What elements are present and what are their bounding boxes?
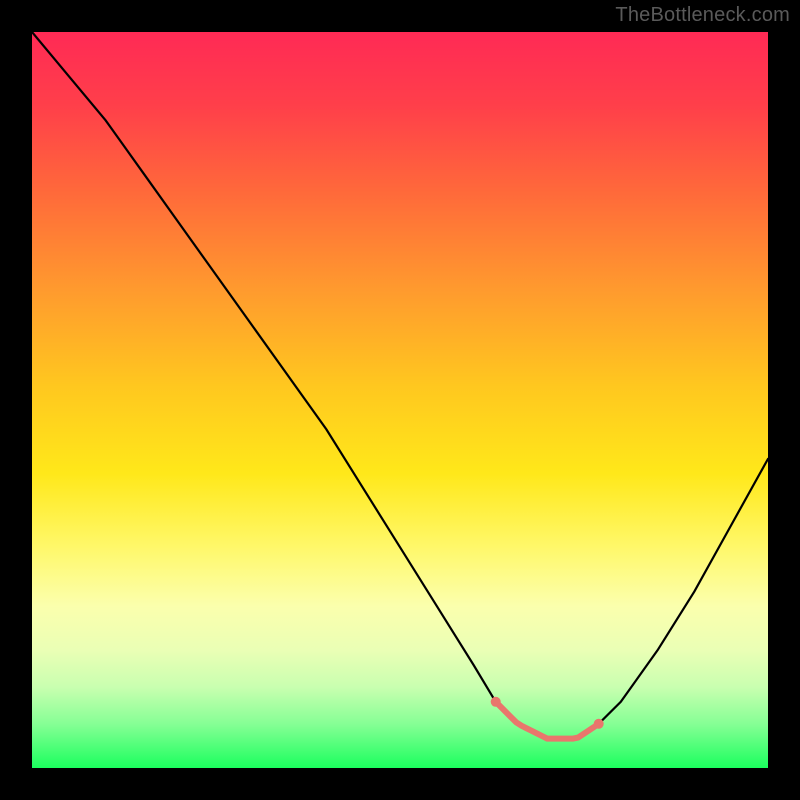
plot-area	[32, 32, 768, 768]
curve-layer	[32, 32, 768, 768]
chart-frame: TheBottleneck.com	[0, 0, 800, 800]
highlight-dot-right	[594, 719, 604, 729]
highlight-segment	[496, 702, 599, 739]
bottleneck-curve	[32, 32, 768, 739]
highlight-dot-left	[491, 697, 501, 707]
watermark-text: TheBottleneck.com	[615, 4, 790, 27]
